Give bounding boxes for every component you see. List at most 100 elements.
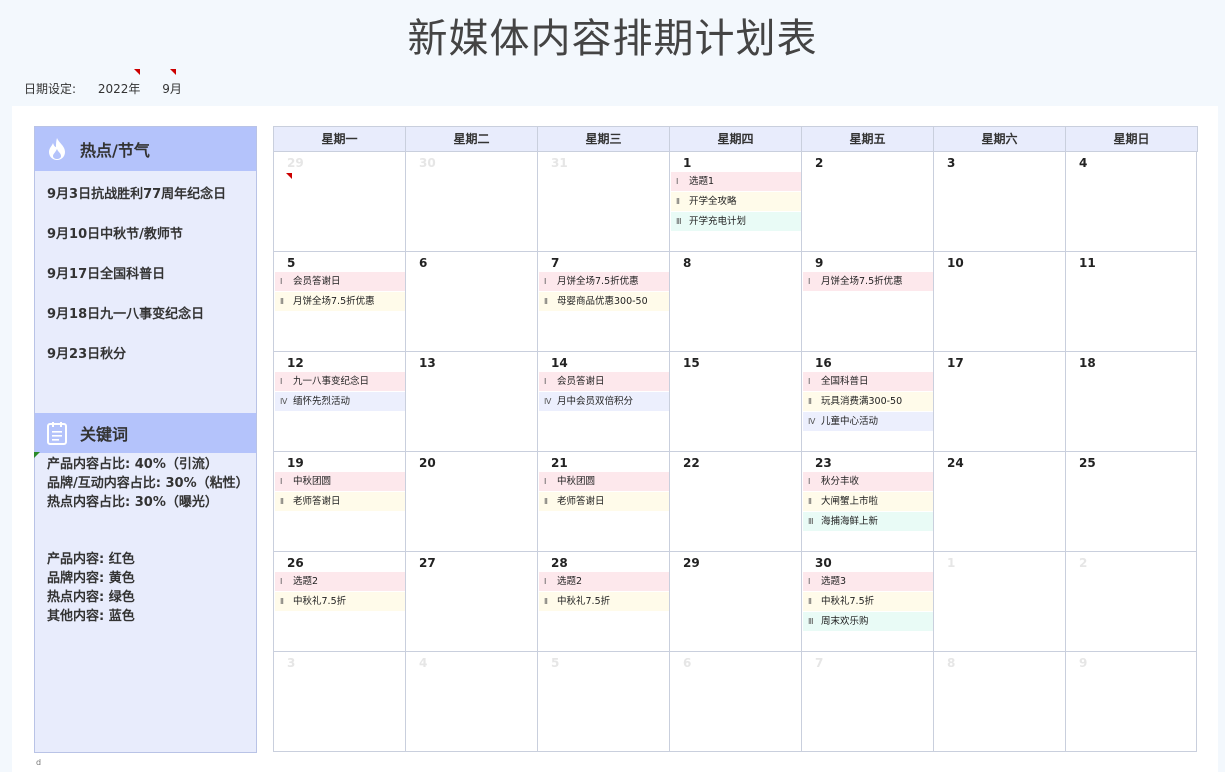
day-cell[interactable]: 21 Ⅰ 中秋团圆 Ⅱ 老师答谢日 [538,452,670,552]
event-item[interactable]: Ⅱ 开学全攻略 [671,192,801,211]
keywords-block: 产品内容占比: 40%（引流） 品牌/互动内容占比: 30%（粘性） 热点内容占… [47,455,249,626]
day-cell[interactable]: 3 [274,652,406,752]
event-item[interactable]: Ⅳ 缅怀先烈活动 [275,392,405,411]
event-item[interactable]: Ⅰ 月饼全场7.5折优惠 [803,272,933,291]
event-item[interactable]: Ⅲ 海捕海鲜上新 [803,512,933,531]
day-cell[interactable]: 9 [1066,652,1197,752]
event-label: 九一八事变纪念日 [293,376,370,387]
day-cell[interactable]: 6 [406,252,538,352]
calendar-grid: 29 30 31 1 Ⅰ 选题1 Ⅱ 开学全攻略 Ⅲ 开学充电计划 2 3 4 5 Ⅰ 会员答谢日 Ⅱ 月饼全场7… [273,152,1198,752]
day-number: 30 [419,156,436,170]
day-cell[interactable]: 10 [934,252,1066,352]
day-cell[interactable]: 28 Ⅰ 选题2 Ⅱ 中秋礼7.5折 [538,552,670,652]
day-cell[interactable]: 4 [1066,152,1197,252]
event-label: 月饼全场7.5折优惠 [557,276,639,287]
day-cell[interactable]: 8 [934,652,1066,752]
event-category-number: Ⅱ [544,297,548,306]
event-item[interactable]: Ⅳ 月中会员双倍积分 [539,392,669,411]
day-cell[interactable]: 7 Ⅰ 月饼全场7.5折优惠 Ⅱ 母婴商品优惠300-50 [538,252,670,352]
day-cell[interactable]: 26 Ⅰ 选题2 Ⅱ 中秋礼7.5折 [274,552,406,652]
color-legend-item: 产品内容: 红色 [47,552,135,567]
day-cell[interactable]: 16 Ⅰ 全国科普日 Ⅱ 玩具消费满300-50 Ⅳ 儿童中心活动 [802,352,934,452]
day-cell[interactable]: 9 Ⅰ 月饼全场7.5折优惠 [802,252,934,352]
day-cell[interactable]: 18 [1066,352,1197,452]
day-cell[interactable]: 11 [1066,252,1197,352]
day-cell[interactable]: 3 [934,152,1066,252]
hot-item: 9月18日九一八事变纪念日 [47,307,205,322]
event-item[interactable]: Ⅰ 全国科普日 [803,372,933,391]
left-panel: 热点/节气 9月3日抗战胜利77周年纪念日 9月10日中秋节/教师节 9月17日… [34,126,257,753]
event-item[interactable]: Ⅱ 月饼全场7.5折优惠 [275,292,405,311]
day-cell[interactable]: 8 [670,252,802,352]
day-cell[interactable]: 7 [802,652,934,752]
event-item[interactable]: Ⅲ 周末欢乐购 [803,612,933,631]
event-item[interactable]: Ⅱ 老师答谢日 [275,492,405,511]
keywords-header: 关键词 [35,413,256,453]
day-number: 4 [419,656,428,670]
day-cell[interactable]: 5 [538,652,670,752]
event-item[interactable]: Ⅰ 九一八事变纪念日 [275,372,405,391]
day-cell[interactable]: 1 Ⅰ 选题1 Ⅱ 开学全攻略 Ⅲ 开学充电计划 [670,152,802,252]
day-cell[interactable]: 30 [406,152,538,252]
event-item[interactable]: Ⅰ 选题3 [803,572,933,591]
event-item[interactable]: Ⅲ 开学充电计划 [671,212,801,231]
event-item[interactable]: Ⅱ 玩具消费满300-50 [803,392,933,411]
event-item[interactable]: Ⅱ 大闸蟹上市啦 [803,492,933,511]
event-item[interactable]: Ⅰ 会员答谢日 [539,372,669,391]
event-item[interactable]: Ⅰ 中秋团圆 [539,472,669,491]
day-cell[interactable]: 22 [670,452,802,552]
day-cell[interactable]: 20 [406,452,538,552]
day-cell[interactable]: 29 [274,152,406,252]
month-cell[interactable]: 9月 [162,82,182,96]
year-cell[interactable]: 2022年 [98,82,141,96]
comment-marker-icon[interactable] [170,69,176,75]
comment-marker-icon[interactable] [286,173,292,179]
weekday-label: 星期三 [538,127,670,151]
event-category-number: Ⅱ [544,497,548,506]
event-item[interactable]: Ⅱ 母婴商品优惠300-50 [539,292,669,311]
event-item[interactable]: Ⅱ 老师答谢日 [539,492,669,511]
day-cell[interactable]: 19 Ⅰ 中秋团圆 Ⅱ 老师答谢日 [274,452,406,552]
event-item[interactable]: Ⅰ 中秋团圆 [275,472,405,491]
day-cell[interactable]: 4 [406,652,538,752]
day-cell[interactable]: 17 [934,352,1066,452]
day-cell[interactable]: 29 [670,552,802,652]
day-number: 21 [551,456,568,470]
event-item[interactable]: Ⅱ 中秋礼7.5折 [275,592,405,611]
event-item[interactable]: Ⅱ 中秋礼7.5折 [539,592,669,611]
day-cell[interactable]: 14 Ⅰ 会员答谢日 Ⅳ 月中会员双倍积分 [538,352,670,452]
day-cell[interactable]: 6 [670,652,802,752]
day-cell[interactable]: 27 [406,552,538,652]
day-cell[interactable]: 23 Ⅰ 秋分丰收 Ⅱ 大闸蟹上市啦 Ⅲ 海捕海鲜上新 [802,452,934,552]
event-item[interactable]: Ⅰ 会员答谢日 [275,272,405,291]
event-item[interactable]: Ⅱ 中秋礼7.5折 [803,592,933,611]
day-number: 5 [287,256,296,270]
day-number: 30 [815,556,832,570]
day-cell[interactable]: 15 [670,352,802,452]
event-item[interactable]: Ⅰ 选题2 [539,572,669,591]
day-cell[interactable]: 2 [802,152,934,252]
day-cell[interactable]: 2 [1066,552,1197,652]
event-label: 中秋礼7.5折 [821,596,875,607]
event-item[interactable]: Ⅰ 选题1 [671,172,801,191]
comment-marker-icon[interactable] [34,452,40,458]
day-number: 16 [815,356,832,370]
weekday-label: 星期五 [802,127,934,151]
day-cell[interactable]: 12 Ⅰ 九一八事变纪念日 Ⅳ 缅怀先烈活动 [274,352,406,452]
day-number: 23 [815,456,832,470]
day-cell[interactable]: 31 [538,152,670,252]
day-cell[interactable]: 24 [934,452,1066,552]
day-cell[interactable]: 25 [1066,452,1197,552]
event-label: 选题2 [557,576,583,587]
event-item[interactable]: Ⅰ 月饼全场7.5折优惠 [539,272,669,291]
event-label: 会员答谢日 [293,276,341,287]
day-cell[interactable]: 1 [934,552,1066,652]
event-label: 月饼全场7.5折优惠 [821,276,903,287]
day-cell[interactable]: 5 Ⅰ 会员答谢日 Ⅱ 月饼全场7.5折优惠 [274,252,406,352]
comment-marker-icon[interactable] [134,69,140,75]
event-item[interactable]: Ⅰ 秋分丰收 [803,472,933,491]
event-item[interactable]: Ⅳ 儿童中心活动 [803,412,933,431]
day-cell[interactable]: 13 [406,352,538,452]
event-item[interactable]: Ⅰ 选题2 [275,572,405,591]
day-cell[interactable]: 30 Ⅰ 选题3 Ⅱ 中秋礼7.5折 Ⅲ 周末欢乐购 [802,552,934,652]
